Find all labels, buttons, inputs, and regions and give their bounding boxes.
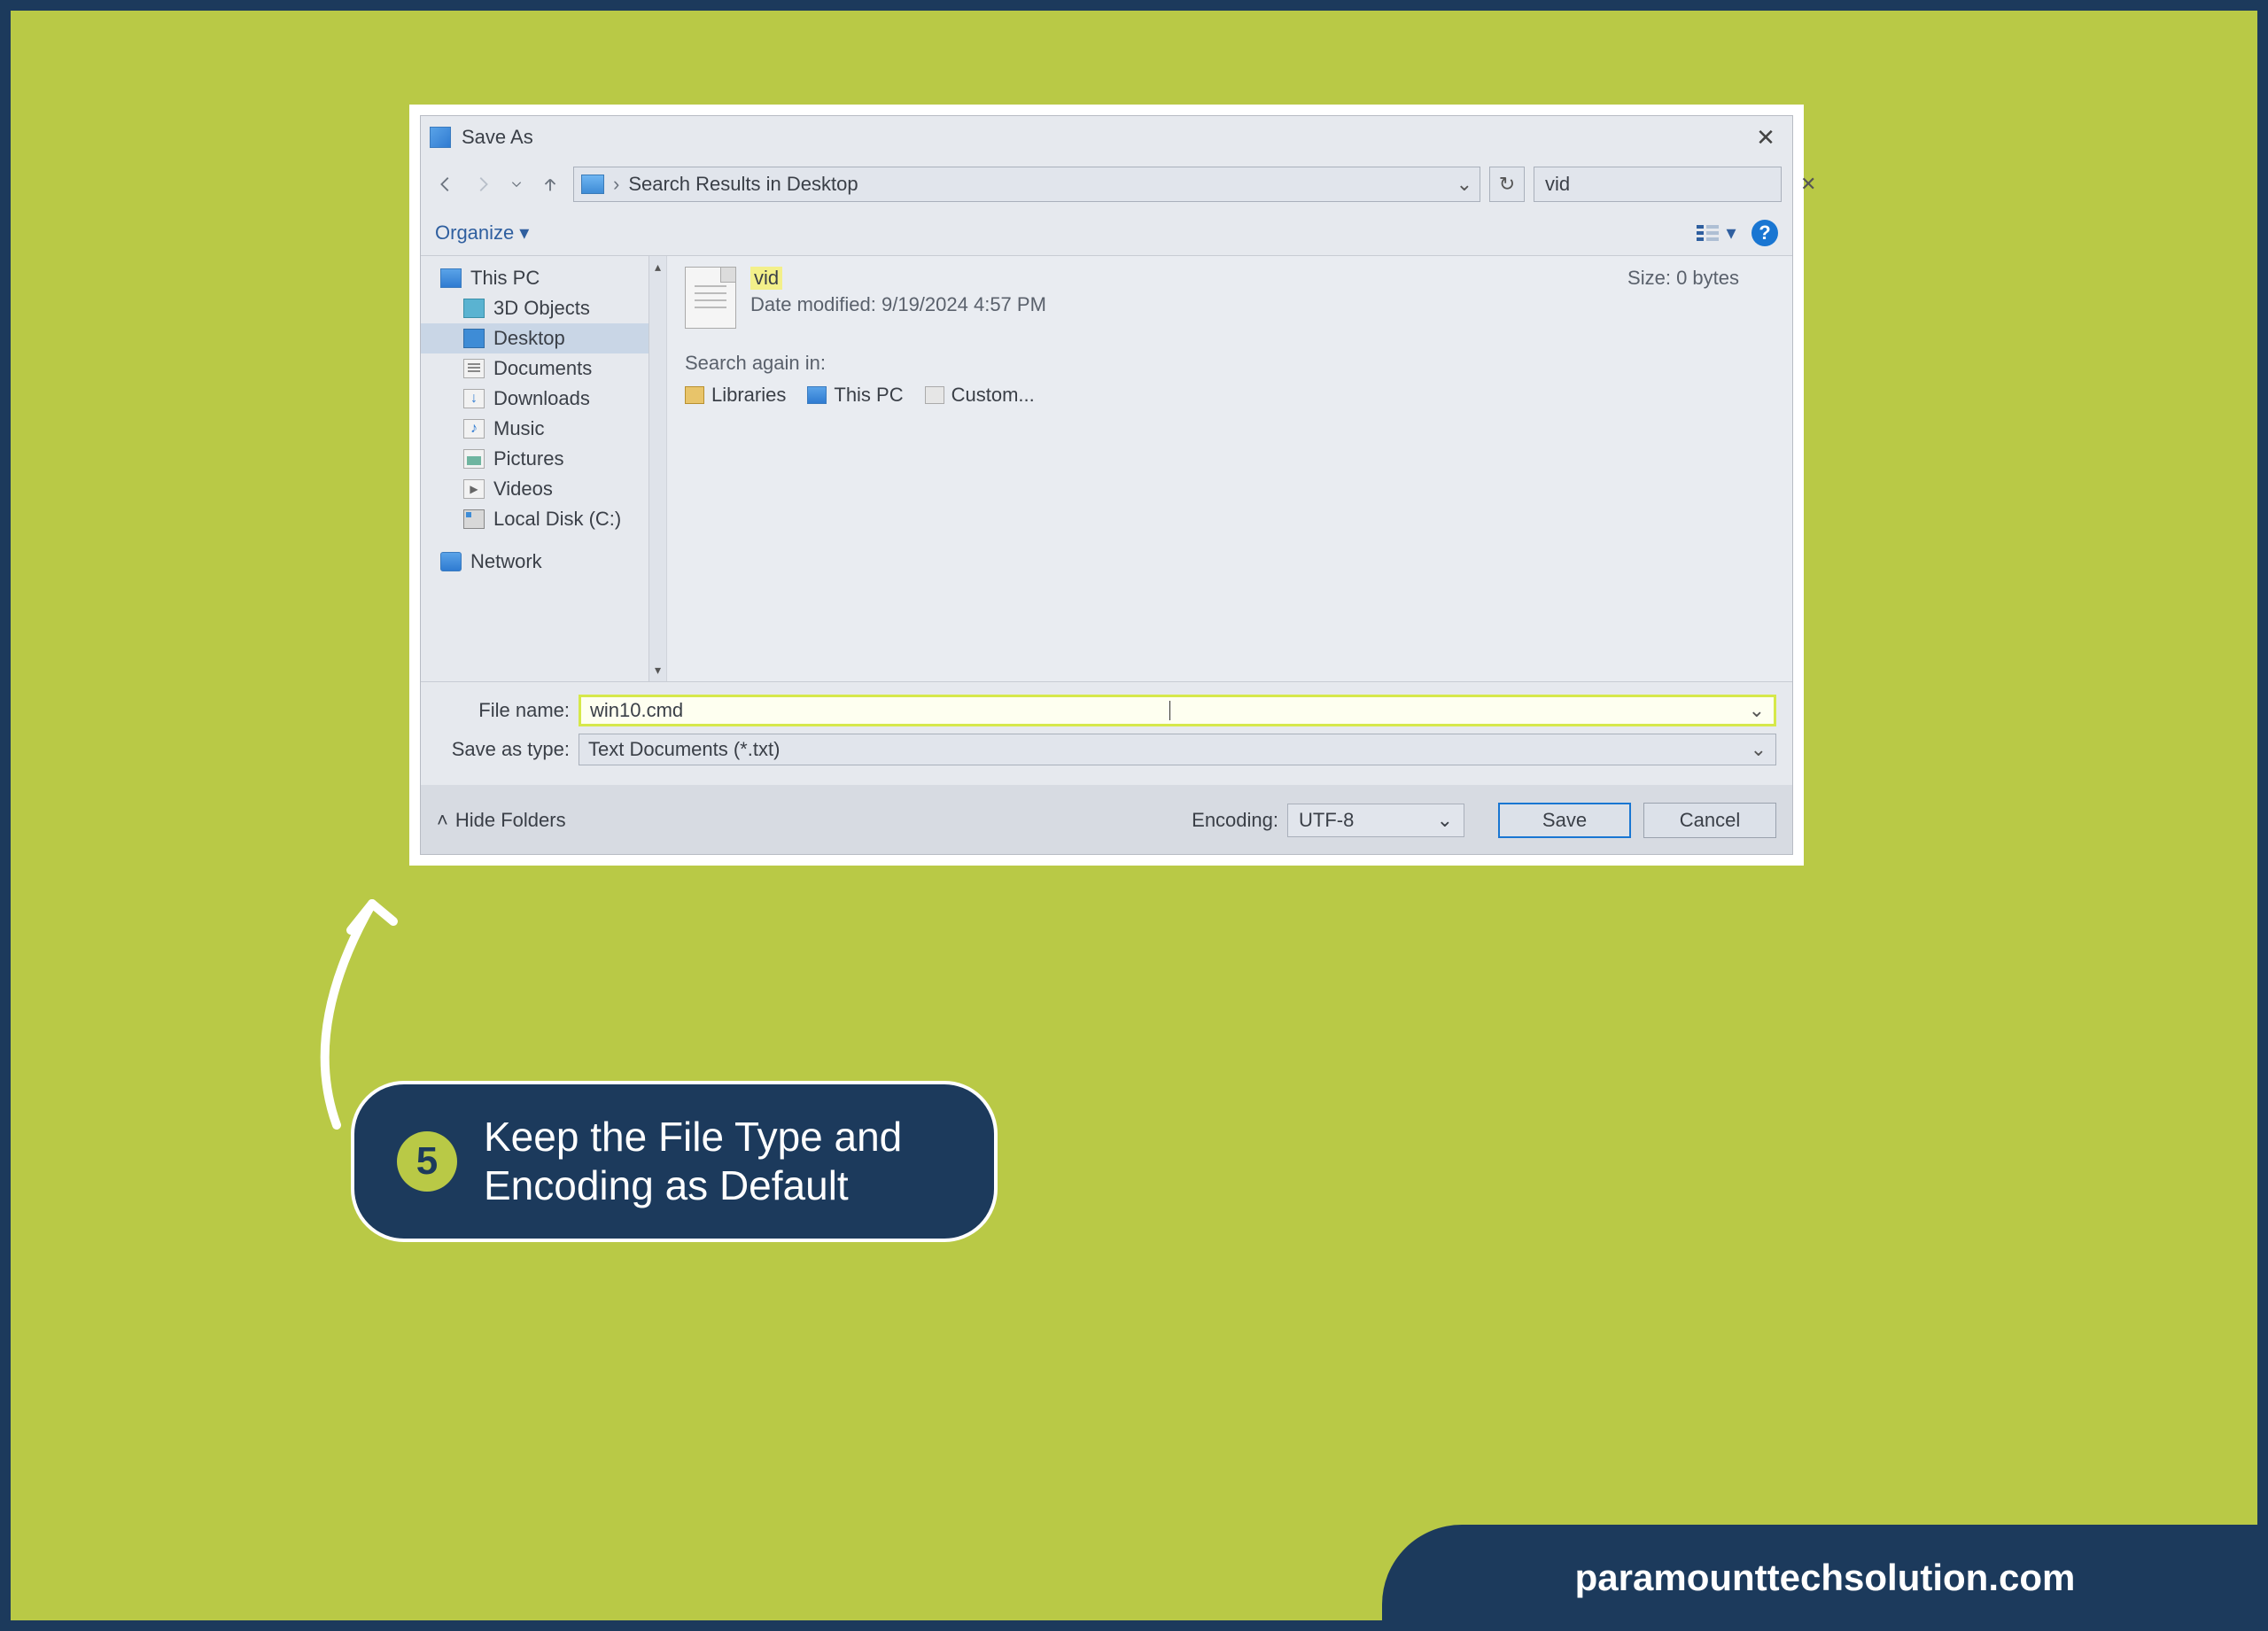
search-again-label: Search again in: xyxy=(685,352,1775,375)
result-modified: Date modified: 9/19/2024 4:57 PM xyxy=(750,293,1627,316)
app-icon xyxy=(430,127,451,148)
view-options-button[interactable] xyxy=(1693,221,1723,245)
result-size: Size: 0 bytes xyxy=(1627,267,1775,316)
tree-label: Videos xyxy=(493,478,553,501)
footer-url: paramounttechsolution.com xyxy=(1575,1557,2076,1599)
tree-label: This PC xyxy=(470,267,540,290)
help-button[interactable]: ? xyxy=(1751,220,1778,246)
save-as-dialog: Save As ✕ › Search Results in Desktop ⌄ xyxy=(409,105,1804,866)
tree-desktop[interactable]: Desktop xyxy=(421,323,666,353)
saveastype-label: Save as type: xyxy=(437,738,570,761)
downloads-icon xyxy=(463,389,485,408)
filename-input[interactable]: win10.cmd ⌄ xyxy=(579,695,1776,726)
back-button[interactable] xyxy=(431,170,460,198)
tree-pictures[interactable]: Pictures xyxy=(421,444,666,474)
3d-icon xyxy=(463,299,485,318)
tree-music[interactable]: Music xyxy=(421,414,666,444)
chevron-down-icon: ⌄ xyxy=(1437,809,1453,832)
step-text: Keep the File Type and Encoding as Defau… xyxy=(484,1113,951,1210)
libraries-icon xyxy=(685,386,704,404)
pc-icon xyxy=(807,386,827,404)
view-dropdown-icon[interactable]: ▾ xyxy=(1723,221,1739,245)
pc-icon xyxy=(440,268,462,288)
chevron-up-icon: ˄ xyxy=(437,809,448,832)
cancel-button[interactable]: Cancel xyxy=(1643,803,1776,838)
saveastype-select[interactable]: Text Documents (*.txt) ⌄ xyxy=(579,734,1776,765)
chevron-down-icon: ⌄ xyxy=(1751,738,1767,761)
navigation-pane: This PC 3D Objects Desktop Documents Dow… xyxy=(421,256,667,681)
chevron-down-icon: ▾ xyxy=(519,221,529,245)
tree-3d-objects[interactable]: 3D Objects xyxy=(421,293,666,323)
footer: paramounttechsolution.com xyxy=(1382,1525,2268,1631)
search-again-custom[interactable]: Custom... xyxy=(925,384,1035,407)
forward-button[interactable] xyxy=(469,170,497,198)
search-result-item[interactable]: vid Date modified: 9/19/2024 4:57 PM Siz… xyxy=(685,267,1775,329)
folder-icon xyxy=(581,175,604,194)
filename-value: win10.cmd xyxy=(590,699,1168,722)
chevron-down-icon[interactable]: ⌄ xyxy=(1456,173,1472,196)
tree-label: Desktop xyxy=(493,327,565,350)
filename-dropdown-icon[interactable]: ⌄ xyxy=(1749,699,1765,722)
recent-dropdown-icon[interactable] xyxy=(506,170,527,198)
custom-icon xyxy=(925,386,944,404)
documents-icon xyxy=(463,359,485,378)
tree-downloads[interactable]: Downloads xyxy=(421,384,666,414)
tree-label: Local Disk (C:) xyxy=(493,508,621,531)
encoding-value: UTF-8 xyxy=(1299,809,1437,832)
dialog-inner: Save As ✕ › Search Results in Desktop ⌄ xyxy=(420,115,1793,855)
disk-icon xyxy=(463,509,485,529)
tree-label: Music xyxy=(493,417,544,440)
encoding-label: Encoding: xyxy=(1192,809,1278,832)
network-icon xyxy=(440,552,462,571)
search-again-this-pc[interactable]: This PC xyxy=(807,384,903,407)
tree-label: Pictures xyxy=(493,447,563,470)
nav-row: › Search Results in Desktop ⌄ ↻ ✕ xyxy=(421,159,1792,210)
organize-label: Organize xyxy=(435,221,514,245)
search-again-libraries[interactable]: Libraries xyxy=(685,384,786,407)
tree-this-pc[interactable]: This PC xyxy=(421,263,666,293)
chevron-right-icon: › xyxy=(613,173,619,196)
search-again-section: Search again in: Libraries This PC Cu xyxy=(685,352,1775,407)
result-filename: vid xyxy=(750,267,782,290)
step-caption: 5 Keep the File Type and Encoding as Def… xyxy=(351,1081,998,1242)
organize-menu[interactable]: Organize ▾ xyxy=(435,221,529,245)
tree-label: 3D Objects xyxy=(493,297,590,320)
content-pane: vid Date modified: 9/19/2024 4:57 PM Siz… xyxy=(667,256,1792,681)
nav-scrollbar[interactable] xyxy=(649,256,666,681)
desktop-icon xyxy=(463,329,485,348)
toolbar: Organize ▾ ▾ ? xyxy=(421,210,1792,256)
music-icon xyxy=(463,419,485,439)
titlebar: Save As ✕ xyxy=(421,116,1792,159)
hide-folders-button[interactable]: ˄ Hide Folders xyxy=(437,809,566,832)
tree-network[interactable]: Network xyxy=(421,547,666,577)
tree-label: Documents xyxy=(493,357,592,380)
pictures-icon xyxy=(463,449,485,469)
clear-search-icon[interactable]: ✕ xyxy=(1800,173,1816,196)
tree-documents[interactable]: Documents xyxy=(421,353,666,384)
refresh-button[interactable]: ↻ xyxy=(1489,167,1525,202)
search-box[interactable]: ✕ xyxy=(1534,167,1782,202)
window-title: Save As xyxy=(462,126,1748,149)
close-icon[interactable]: ✕ xyxy=(1748,124,1783,151)
text-file-icon xyxy=(685,267,736,329)
save-button[interactable]: Save xyxy=(1498,803,1631,838)
tree-label: Downloads xyxy=(493,387,590,410)
search-input[interactable] xyxy=(1545,173,1800,196)
step-number-badge: 5 xyxy=(397,1131,457,1192)
encoding-select[interactable]: UTF-8 ⌄ xyxy=(1287,804,1464,837)
dialog-body: This PC 3D Objects Desktop Documents Dow… xyxy=(421,256,1792,681)
action-row: ˄ Hide Folders Encoding: UTF-8 ⌄ Save Ca… xyxy=(421,785,1792,854)
form-area: File name: win10.cmd ⌄ Save as type: Tex… xyxy=(421,681,1792,785)
up-button[interactable] xyxy=(536,170,564,198)
tree-videos[interactable]: Videos xyxy=(421,474,666,504)
videos-icon xyxy=(463,479,485,499)
tree-local-disk[interactable]: Local Disk (C:) xyxy=(421,504,666,534)
address-bar[interactable]: › Search Results in Desktop ⌄ xyxy=(573,167,1480,202)
filename-label: File name: xyxy=(437,699,570,722)
saveastype-value: Text Documents (*.txt) xyxy=(588,738,1751,761)
tree-label: Network xyxy=(470,550,542,573)
address-text: Search Results in Desktop xyxy=(628,173,1447,196)
